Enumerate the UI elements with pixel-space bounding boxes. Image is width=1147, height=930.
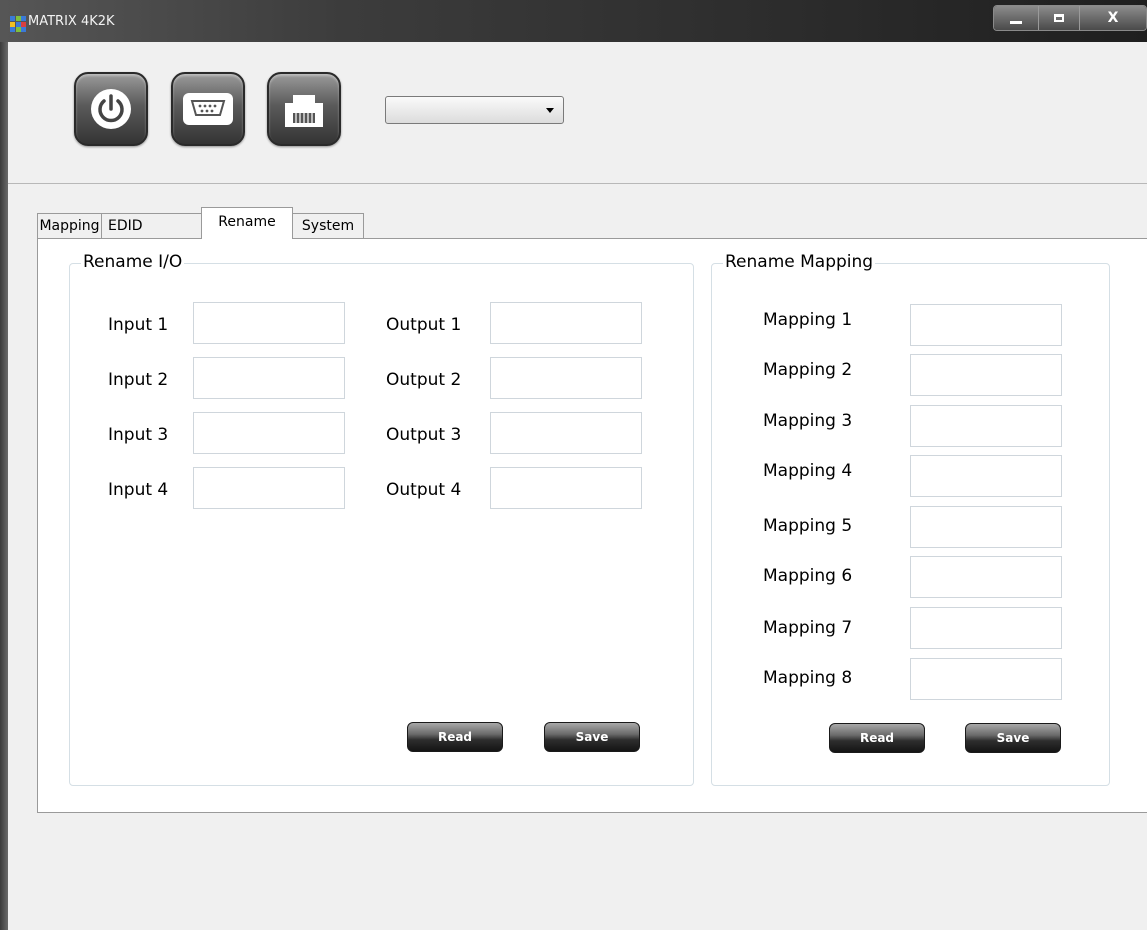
input-4-name-field[interactable] bbox=[193, 467, 345, 509]
tab-label: System bbox=[301, 218, 355, 234]
output-label: Output 4 bbox=[386, 480, 462, 500]
chevron-down-icon bbox=[546, 108, 554, 113]
toolbar bbox=[8, 42, 1147, 184]
mapping-label: Mapping 5 bbox=[763, 516, 853, 536]
mapping-label: Mapping 4 bbox=[763, 461, 853, 481]
output-label: Output 1 bbox=[386, 315, 462, 335]
button-label: Read bbox=[859, 731, 895, 745]
device-select[interactable] bbox=[385, 96, 564, 124]
input-label: Input 3 bbox=[108, 425, 169, 445]
mapping-2-name-field[interactable] bbox=[910, 354, 1062, 396]
input-label: Input 4 bbox=[108, 480, 169, 500]
client-area: Mapping EDID Rename System Rename I/O In… bbox=[8, 42, 1147, 930]
mapping-8-name-field[interactable] bbox=[910, 658, 1062, 700]
minimize-button[interactable] bbox=[994, 6, 1039, 30]
group-title: Rename I/O bbox=[81, 252, 185, 272]
read-mapping-button[interactable]: Read bbox=[829, 723, 925, 753]
input-2-name-field[interactable] bbox=[193, 357, 345, 399]
mapping-1-name-field[interactable] bbox=[910, 304, 1062, 346]
button-label: Save bbox=[575, 730, 609, 744]
input-label: Input 1 bbox=[108, 315, 169, 335]
window-controls: X bbox=[993, 5, 1147, 31]
app-icon bbox=[10, 16, 26, 32]
input-1-name-field[interactable] bbox=[193, 302, 345, 344]
input-3-name-field[interactable] bbox=[193, 412, 345, 454]
mapping-label: Mapping 3 bbox=[763, 411, 853, 431]
mapping-5-name-field[interactable] bbox=[910, 506, 1062, 548]
output-3-name-field[interactable] bbox=[490, 412, 642, 454]
ethernet-port-icon bbox=[285, 95, 323, 127]
output-label: Output 2 bbox=[386, 370, 462, 390]
tab-edid[interactable]: EDID bbox=[101, 213, 203, 239]
ethernet-port-button[interactable] bbox=[267, 72, 341, 146]
tab-label: Rename bbox=[218, 214, 276, 230]
save-io-button[interactable]: Save bbox=[544, 722, 640, 752]
mapping-label: Mapping 8 bbox=[763, 668, 853, 688]
tab-system[interactable]: System bbox=[292, 213, 364, 239]
tab-label: Mapping bbox=[39, 218, 100, 234]
close-button[interactable]: X bbox=[1080, 6, 1146, 30]
minimize-icon bbox=[1010, 20, 1022, 24]
read-io-button[interactable]: Read bbox=[407, 722, 503, 752]
mapping-3-name-field[interactable] bbox=[910, 405, 1062, 447]
tab-mapping[interactable]: Mapping bbox=[37, 213, 102, 239]
mapping-label: Mapping 2 bbox=[763, 360, 853, 380]
mapping-7-name-field[interactable] bbox=[910, 607, 1062, 649]
save-mapping-button[interactable]: Save bbox=[965, 723, 1061, 753]
input-label: Input 2 bbox=[108, 370, 169, 390]
mapping-6-name-field[interactable] bbox=[910, 556, 1062, 598]
power-button[interactable] bbox=[74, 72, 148, 146]
output-4-name-field[interactable] bbox=[490, 467, 642, 509]
window-title: MATRIX 4K2K bbox=[28, 14, 115, 29]
mapping-label: Mapping 6 bbox=[763, 566, 853, 586]
serial-port-button[interactable] bbox=[171, 72, 245, 146]
rename-mapping-group: Rename Mapping Mapping 1 Mapping 2 Mappi… bbox=[711, 252, 1110, 786]
output-2-name-field[interactable] bbox=[490, 357, 642, 399]
window-left-border bbox=[0, 42, 8, 930]
tab-rename[interactable]: Rename bbox=[201, 207, 293, 239]
rename-io-group: Rename I/O Input 1 Input 2 Input 3 Input… bbox=[69, 252, 694, 786]
close-icon: X bbox=[1107, 10, 1119, 26]
output-label: Output 3 bbox=[386, 425, 462, 445]
serial-port-icon bbox=[183, 93, 233, 125]
output-1-name-field[interactable] bbox=[490, 302, 642, 344]
maximize-button[interactable] bbox=[1039, 6, 1080, 30]
button-label: Save bbox=[996, 731, 1030, 745]
title-bar: MATRIX 4K2K X bbox=[0, 0, 1147, 42]
mapping-label: Mapping 7 bbox=[763, 618, 853, 638]
mapping-label: Mapping 1 bbox=[763, 310, 853, 330]
button-label: Read bbox=[437, 730, 473, 744]
rename-tab-panel: Rename I/O Input 1 Input 2 Input 3 Input… bbox=[37, 238, 1147, 813]
tab-label: EDID bbox=[108, 218, 143, 234]
maximize-icon bbox=[1054, 14, 1064, 22]
group-title: Rename Mapping bbox=[723, 252, 876, 272]
mapping-4-name-field[interactable] bbox=[910, 455, 1062, 497]
power-icon bbox=[91, 89, 131, 129]
